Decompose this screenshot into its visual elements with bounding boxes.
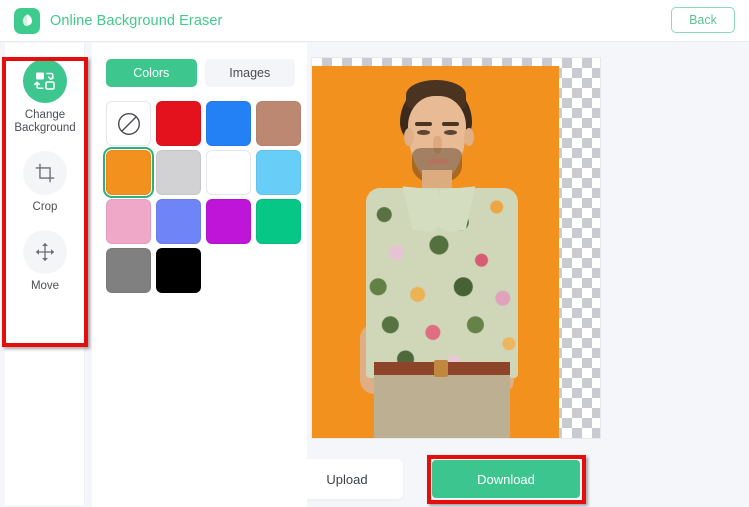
portrait-subject bbox=[312, 66, 559, 438]
sidebar-item-crop[interactable]: Crop bbox=[5, 151, 85, 214]
artboard-transparent-checker[interactable] bbox=[312, 58, 600, 438]
swatch-sky-blue[interactable] bbox=[256, 150, 301, 195]
tool-sidebar: Change Background Crop Move bbox=[5, 43, 85, 505]
crop-icon bbox=[23, 151, 67, 195]
brand: Online Background Eraser bbox=[14, 7, 223, 34]
sidebar-item-label: Crop bbox=[32, 201, 58, 213]
swatch-orange[interactable] bbox=[103, 147, 154, 198]
swatch-pink[interactable] bbox=[106, 199, 151, 244]
sidebar-item-move[interactable]: Move bbox=[5, 230, 85, 293]
eye-left bbox=[417, 130, 430, 135]
back-button[interactable]: Back bbox=[671, 7, 735, 33]
mouth bbox=[428, 159, 448, 164]
photo-with-background bbox=[312, 66, 559, 438]
swatch-periwinkle[interactable] bbox=[156, 199, 201, 244]
swatch-none[interactable] bbox=[106, 101, 151, 146]
sidebar-item-label: Change Background bbox=[14, 109, 76, 134]
download-button[interactable]: Download bbox=[432, 460, 580, 498]
eye-right bbox=[444, 130, 457, 135]
eyebrow-left bbox=[415, 122, 432, 126]
canvas-area bbox=[307, 43, 749, 450]
move-arrows-icon bbox=[23, 230, 67, 274]
app-title: Online Background Eraser bbox=[50, 12, 223, 29]
tab-images[interactable]: Images bbox=[204, 59, 295, 87]
swatch-white[interactable] bbox=[206, 150, 251, 195]
swatch-black[interactable] bbox=[156, 248, 201, 293]
tab-colors[interactable]: Colors bbox=[106, 59, 197, 87]
swatch-green[interactable] bbox=[256, 199, 301, 244]
swap-background-icon bbox=[23, 59, 67, 103]
swatch-blue[interactable] bbox=[206, 101, 251, 146]
ear-left bbox=[404, 128, 414, 146]
sidebar-item-label: Move bbox=[30, 280, 60, 292]
ear-right bbox=[464, 128, 474, 146]
swatch-light-gray[interactable] bbox=[156, 150, 201, 195]
app-header: Online Background Eraser Back bbox=[0, 0, 749, 42]
belt-buckle bbox=[434, 360, 448, 377]
eyebrow-right bbox=[442, 122, 459, 126]
swatch-magenta[interactable] bbox=[206, 199, 251, 244]
swatch-gray[interactable] bbox=[106, 248, 151, 293]
panel-tabs: Colors Images bbox=[92, 43, 307, 87]
background-colors-panel: Colors Images bbox=[92, 43, 307, 507]
upload-button[interactable]: Upload bbox=[291, 459, 403, 499]
swatch-red[interactable] bbox=[156, 101, 201, 146]
color-swatch-grid bbox=[92, 87, 307, 293]
leaf-logo-icon bbox=[14, 7, 40, 34]
swatch-tan[interactable] bbox=[256, 101, 301, 146]
sidebar-item-change-background[interactable]: Change Background bbox=[5, 59, 85, 135]
